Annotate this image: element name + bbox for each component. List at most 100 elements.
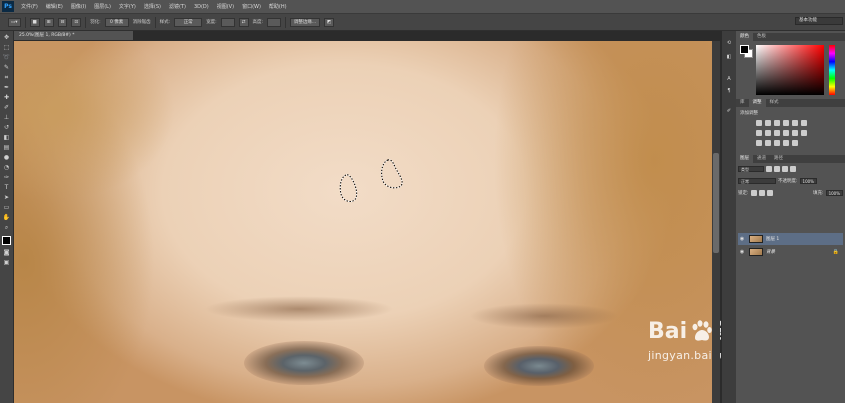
menu-3d[interactable]: 3D(D) bbox=[190, 4, 213, 10]
menu-help[interactable]: 帮助(H) bbox=[265, 3, 291, 10]
layer-row-1[interactable]: ◉ 图层 1 bbox=[738, 233, 843, 245]
menu-file[interactable]: 文件(F) bbox=[17, 3, 42, 10]
triangle-icon[interactable] bbox=[801, 120, 807, 126]
gradient-map-icon[interactable] bbox=[783, 140, 789, 146]
tab-color[interactable]: 颜色 bbox=[736, 33, 753, 41]
character-icon[interactable]: A bbox=[725, 75, 733, 83]
lasso-selection-1[interactable] bbox=[338, 174, 358, 204]
lasso-selection-2[interactable] bbox=[378, 159, 404, 191]
type-icon[interactable]: T bbox=[2, 184, 11, 192]
photo-filter-icon[interactable] bbox=[783, 130, 789, 136]
paragraph-icon[interactable]: ¶ bbox=[725, 87, 733, 95]
style-select[interactable]: 正常 bbox=[174, 17, 203, 27]
tab-styles[interactable]: 样式 bbox=[766, 99, 783, 107]
filter-adjust-icon[interactable] bbox=[774, 166, 780, 172]
quick-mask-icon[interactable]: ◙ bbox=[2, 249, 11, 257]
filter-type-icon[interactable] bbox=[782, 166, 788, 172]
visibility-eye-icon[interactable]: ◉ bbox=[738, 249, 746, 255]
filter-shape-icon[interactable] bbox=[790, 166, 796, 172]
lasso-icon[interactable]: ➰ bbox=[2, 54, 11, 62]
tab-libraries[interactable]: 库 bbox=[736, 99, 749, 107]
hand-icon[interactable]: ✋ bbox=[2, 214, 11, 222]
refine-edge-button[interactable]: 调整边缘... bbox=[290, 17, 321, 27]
menu-image[interactable]: 图像(I) bbox=[67, 3, 90, 10]
invert-icon[interactable] bbox=[756, 140, 762, 146]
tool-preset-picker[interactable]: ▭▾ bbox=[8, 17, 21, 27]
height-input[interactable] bbox=[267, 17, 282, 27]
lock-all-icon[interactable] bbox=[766, 190, 773, 196]
brush-preset-icon[interactable]: ◩ bbox=[324, 17, 335, 27]
foreground-color-swatch[interactable] bbox=[2, 236, 11, 245]
subtract-selection-button[interactable]: ⊟ bbox=[57, 17, 68, 27]
opacity-input[interactable]: 100% bbox=[799, 178, 817, 184]
new-selection-button[interactable]: ■ bbox=[29, 17, 40, 27]
menu-layer[interactable]: 图层(L) bbox=[90, 3, 115, 10]
move-icon[interactable]: ✥ bbox=[2, 34, 11, 42]
menu-type[interactable]: 文字(Y) bbox=[115, 3, 140, 10]
tab-swatches[interactable]: 色板 bbox=[753, 33, 770, 41]
screen-mode-icon[interactable]: ▣ bbox=[2, 259, 11, 267]
levels-icon[interactable] bbox=[765, 120, 771, 126]
color-picker-field[interactable] bbox=[756, 45, 824, 95]
blur-icon[interactable]: ● bbox=[2, 154, 11, 162]
lock-pixels-icon[interactable] bbox=[750, 190, 757, 196]
eyedropper-icon[interactable]: ✒ bbox=[2, 84, 11, 92]
shape-icon[interactable]: ▭ bbox=[2, 204, 11, 212]
fill-input[interactable]: 100% bbox=[825, 190, 843, 196]
workspace-select[interactable]: 基本功能 bbox=[795, 17, 843, 25]
color-balance-icon[interactable] bbox=[765, 130, 771, 136]
menu-view[interactable]: 视图(V) bbox=[213, 3, 238, 10]
gradient-icon[interactable]: ▤ bbox=[2, 144, 11, 152]
document-tab[interactable]: 25.0%(图层 1, RGB/8#) * bbox=[14, 31, 134, 40]
layer-kind-select[interactable]: 类型 bbox=[738, 166, 764, 172]
filter-pixel-icon[interactable] bbox=[766, 166, 772, 172]
menu-edit[interactable]: 编辑(E) bbox=[42, 3, 67, 10]
healing-brush-icon[interactable]: ✚ bbox=[2, 94, 11, 102]
brush-icon[interactable]: ✐ bbox=[2, 104, 11, 112]
foreground-color-swatch-panel[interactable] bbox=[740, 45, 749, 54]
hue-saturation-icon[interactable] bbox=[756, 130, 762, 136]
history-icon[interactable]: ⟲ bbox=[725, 39, 733, 47]
swap-dimensions-button[interactable]: ⇄ bbox=[238, 17, 249, 27]
tab-paths[interactable]: 路径 bbox=[770, 155, 787, 163]
zoom-icon[interactable]: ⌕ bbox=[2, 224, 11, 232]
tab-layers[interactable]: 图层 bbox=[736, 155, 753, 163]
properties-icon[interactable]: ◧ bbox=[725, 53, 733, 61]
threshold-icon[interactable] bbox=[774, 140, 780, 146]
exposure-icon[interactable] bbox=[783, 120, 789, 126]
pen-icon[interactable]: ✑ bbox=[2, 174, 11, 182]
blend-mode-select[interactable]: 正常 bbox=[738, 178, 776, 184]
width-input[interactable] bbox=[220, 17, 235, 27]
menu-select[interactable]: 选择(S) bbox=[140, 3, 165, 10]
intersect-selection-button[interactable]: ⊡ bbox=[71, 17, 82, 27]
history-brush-icon[interactable]: ↺ bbox=[2, 124, 11, 132]
menu-filter[interactable]: 滤镜(T) bbox=[165, 3, 190, 10]
tab-channels[interactable]: 通道 bbox=[753, 155, 770, 163]
quick-select-icon[interactable]: ✎ bbox=[2, 64, 11, 72]
vibrance-icon[interactable] bbox=[792, 120, 798, 126]
crop-icon[interactable]: ⌗ bbox=[2, 74, 11, 82]
selective-color-icon[interactable] bbox=[792, 140, 798, 146]
lock-position-icon[interactable] bbox=[758, 190, 765, 196]
add-selection-button[interactable]: ⊞ bbox=[43, 17, 54, 27]
marquee-icon[interactable]: ⬚ bbox=[2, 44, 11, 52]
clone-stamp-icon[interactable]: ⊥ bbox=[2, 114, 11, 122]
layer-row-background[interactable]: ◉ 背景 🔒 bbox=[738, 246, 843, 258]
feather-input[interactable]: 0 像素 bbox=[104, 17, 129, 27]
canvas-vertical-scrollbar[interactable] bbox=[712, 41, 720, 403]
hue-slider[interactable] bbox=[829, 45, 835, 95]
brush-settings-icon[interactable]: ✐ bbox=[725, 107, 733, 115]
document-canvas[interactable] bbox=[14, 41, 712, 403]
tab-adjustments[interactable]: 调整 bbox=[748, 99, 766, 107]
antialias-checkbox[interactable]: 消除锯齿 bbox=[133, 19, 151, 25]
menu-window[interactable]: 窗口(W) bbox=[238, 3, 265, 10]
posterize-icon[interactable] bbox=[765, 140, 771, 146]
eraser-icon[interactable]: ◧ bbox=[2, 134, 11, 142]
dodge-icon[interactable]: ◔ bbox=[2, 164, 11, 172]
black-white-icon[interactable] bbox=[774, 130, 780, 136]
color-lookup-icon[interactable] bbox=[801, 130, 807, 136]
visibility-eye-icon[interactable]: ◉ bbox=[738, 236, 746, 242]
brightness-icon[interactable] bbox=[756, 120, 762, 126]
scrollbar-thumb[interactable] bbox=[713, 153, 719, 253]
path-select-icon[interactable]: ➤ bbox=[2, 194, 11, 202]
